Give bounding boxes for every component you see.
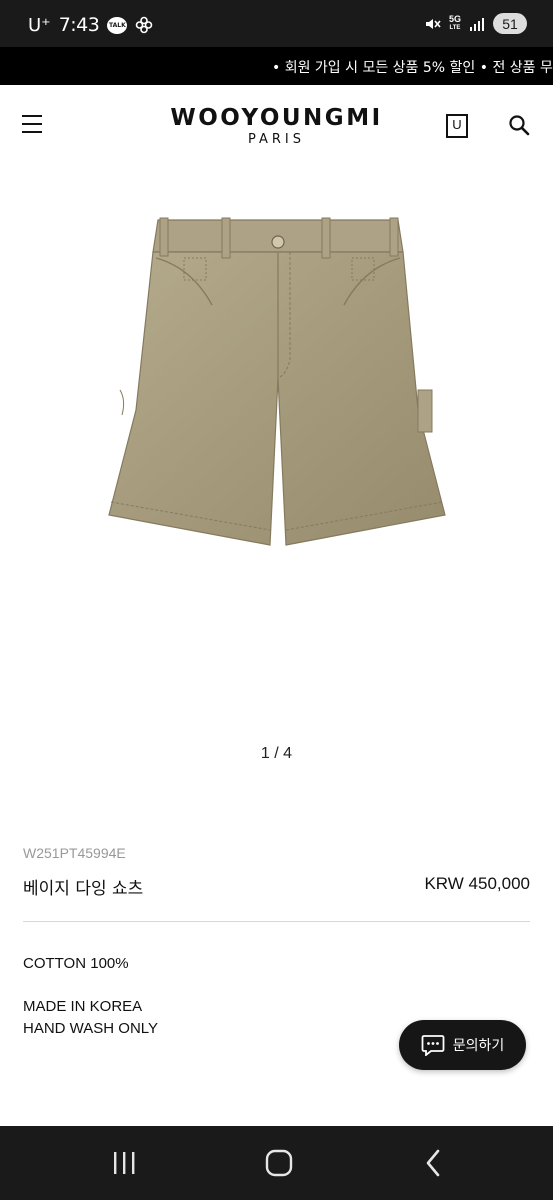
back-icon[interactable]: [418, 1148, 452, 1178]
inquiry-button[interactable]: 문의하기: [399, 1020, 526, 1070]
logo-main: WOOYOUNGMI: [170, 105, 383, 131]
battery-level: 51: [502, 15, 518, 32]
status-right: 5G LTE 51: [423, 13, 527, 34]
product-price: KRW 450,000: [424, 874, 530, 893]
product-gallery[interactable]: [0, 165, 553, 735]
system-nav-bar: [0, 1126, 553, 1200]
origin-text: MADE IN KOREA: [23, 998, 143, 1015]
divider: [23, 921, 530, 922]
chat-icon: [421, 1035, 445, 1056]
network-type: 5G: [448, 13, 461, 24]
site-header: WOOYOUNGMI PARIS U: [0, 85, 553, 165]
product-sku: W251PT45994E: [23, 845, 126, 861]
carrier-label: U⁺: [28, 14, 51, 36]
product-image: [108, 217, 446, 546]
status-left: U⁺ 7:43 TALK: [28, 14, 153, 36]
talk-badge-label: TALK: [108, 21, 126, 29]
talk-icon: TALK: [107, 16, 128, 34]
pinwheel-icon: [136, 16, 153, 34]
status-bar: U⁺ 7:43 TALK 5G LTE 51: [0, 0, 553, 47]
network-badge: 5G LTE: [448, 13, 461, 33]
care-text: HAND WASH ONLY: [23, 1020, 159, 1037]
bag-icon[interactable]: U: [446, 114, 468, 138]
promo-banner[interactable]: • 회원 가입 시 모든 상품 5% 할인 • 전 상품 무료: [0, 47, 553, 85]
clock: 7:43: [58, 14, 100, 36]
search-icon[interactable]: [508, 114, 530, 136]
brand-logo[interactable]: WOOYOUNGMI PARIS: [0, 105, 553, 147]
mute-icon: [425, 18, 441, 29]
logo-sub: PARIS: [247, 132, 306, 147]
gallery-pager: 1 / 4: [260, 745, 293, 762]
battery-icon: 51: [493, 13, 527, 34]
material-text: COTTON 100%: [23, 955, 129, 972]
recent-apps-icon[interactable]: [107, 1148, 141, 1178]
network-sub: LTE: [449, 24, 461, 31]
home-icon[interactable]: [262, 1148, 296, 1178]
product-name: 베이지 다잉 쇼츠: [23, 879, 144, 899]
promo-text: • 회원 가입 시 모든 상품 5% 할인 • 전 상품 무료: [272, 60, 553, 76]
inquiry-label: 문의하기: [452, 1038, 505, 1054]
bag-letter: U: [452, 117, 462, 132]
signal-icon: [470, 17, 484, 31]
